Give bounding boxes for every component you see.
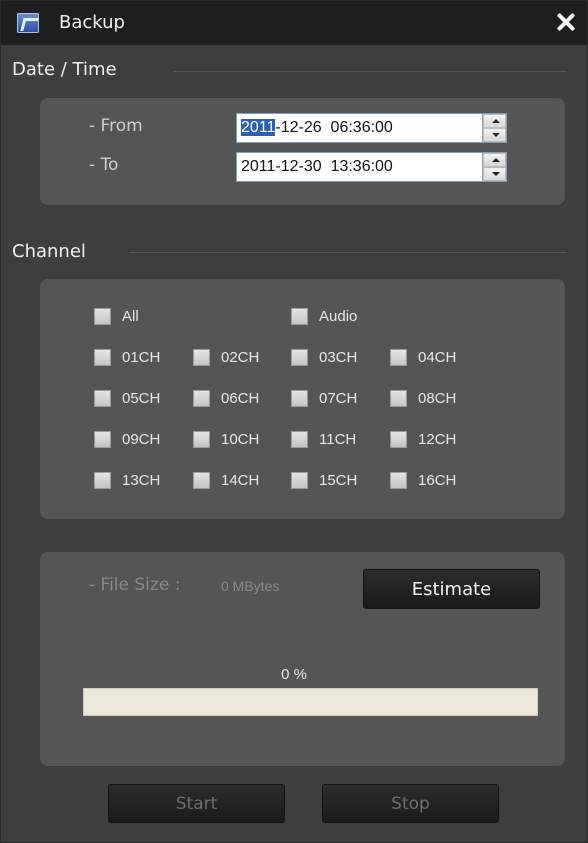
estimate-button[interactable]: Estimate: [363, 569, 540, 609]
checkbox-box[interactable]: [193, 431, 210, 448]
checkbox-channel-06ch[interactable]: 06CH: [193, 390, 259, 407]
stop-button[interactable]: Stop: [322, 784, 499, 823]
from-spin-down-icon[interactable]: [483, 128, 506, 142]
checkbox-label: 01CH: [122, 349, 161, 366]
checkbox-channel-03ch[interactable]: 03CH: [291, 349, 357, 366]
checkbox-channel-11ch[interactable]: 11CH: [291, 431, 356, 448]
checkbox-audio-label: Audio: [319, 308, 358, 325]
checkbox-box[interactable]: [94, 349, 111, 366]
checkbox-box[interactable]: [291, 472, 308, 489]
checkbox-channel-09ch[interactable]: 09CH: [94, 431, 160, 448]
checkbox-all[interactable]: All: [94, 308, 139, 325]
checkbox-all-box[interactable]: [94, 308, 111, 325]
checkbox-label: 13CH: [122, 472, 161, 489]
checkbox-label: 08CH: [418, 390, 457, 407]
checkbox-channel-15ch[interactable]: 15CH: [291, 472, 357, 489]
checkbox-label: 16CH: [418, 472, 457, 489]
checkbox-audio-box[interactable]: [291, 308, 308, 325]
checkbox-channel-04ch[interactable]: 04CH: [390, 349, 456, 366]
to-spin-up-icon[interactable]: [483, 153, 506, 167]
close-icon[interactable]: [551, 7, 581, 37]
checkbox-all-label: All: [122, 308, 139, 325]
progress-bar: [83, 688, 538, 716]
to-spinner: [482, 153, 506, 181]
from-spin-up-icon[interactable]: [483, 114, 506, 128]
checkbox-box[interactable]: [193, 472, 210, 489]
checkbox-box[interactable]: [291, 390, 308, 407]
from-datetime-value[interactable]: 2011-12-26 06:36:00: [237, 119, 482, 137]
from-selected-segment: 2011: [241, 119, 276, 136]
checkbox-box[interactable]: [193, 390, 210, 407]
channel-divider: [129, 252, 567, 253]
datetime-divider: [173, 71, 567, 72]
checkbox-box[interactable]: [193, 349, 210, 366]
to-datetime-value[interactable]: 2011-12-30 13:36:00: [237, 158, 482, 176]
checkbox-label: 10CH: [221, 431, 260, 448]
checkbox-label: 06CH: [221, 390, 260, 407]
checkbox-channel-16ch[interactable]: 16CH: [390, 472, 456, 489]
checkbox-label: 12CH: [418, 431, 457, 448]
checkbox-box[interactable]: [390, 472, 407, 489]
from-label: - From: [89, 116, 143, 136]
checkbox-label: 07CH: [319, 390, 358, 407]
window-title: Backup: [59, 12, 125, 33]
from-rest-segment: -12-26 06:36:00: [275, 119, 393, 136]
checkbox-label: 14CH: [221, 472, 260, 489]
checkbox-channel-13ch[interactable]: 13CH: [94, 472, 160, 489]
checkbox-label: 02CH: [221, 349, 260, 366]
checkbox-label: 03CH: [319, 349, 358, 366]
channel-header: Channel: [12, 241, 86, 262]
datetime-header: Date / Time: [12, 59, 117, 80]
checkbox-channel-07ch[interactable]: 07CH: [291, 390, 357, 407]
file-size-value: 0 MBytes: [221, 578, 280, 594]
to-datetime-field[interactable]: 2011-12-30 13:36:00: [236, 152, 507, 182]
checkbox-channel-02ch[interactable]: 02CH: [193, 349, 259, 366]
progress-percent: 0 %: [281, 666, 307, 683]
start-button[interactable]: Start: [108, 784, 285, 823]
checkbox-box[interactable]: [390, 390, 407, 407]
checkbox-label: 09CH: [122, 431, 161, 448]
to-spin-down-icon[interactable]: [483, 167, 506, 181]
checkbox-box[interactable]: [94, 472, 111, 489]
checkbox-box[interactable]: [390, 349, 407, 366]
checkbox-channel-14ch[interactable]: 14CH: [193, 472, 259, 489]
checkbox-label: 15CH: [319, 472, 358, 489]
checkbox-channel-05ch[interactable]: 05CH: [94, 390, 160, 407]
title-bar: Backup: [1, 1, 587, 45]
checkbox-channel-12ch[interactable]: 12CH: [390, 431, 456, 448]
checkbox-box[interactable]: [390, 431, 407, 448]
from-datetime-field[interactable]: 2011-12-26 06:36:00: [236, 113, 507, 143]
checkbox-channel-08ch[interactable]: 08CH: [390, 390, 456, 407]
checkbox-box[interactable]: [291, 349, 308, 366]
from-spinner: [482, 114, 506, 142]
checkbox-box[interactable]: [94, 390, 111, 407]
to-label: - To: [89, 155, 119, 175]
checkbox-box[interactable]: [291, 431, 308, 448]
checkbox-label: 04CH: [418, 349, 457, 366]
checkbox-label: 05CH: [122, 390, 161, 407]
app-logo-icon: [17, 13, 39, 33]
checkbox-channel-01ch[interactable]: 01CH: [94, 349, 160, 366]
checkbox-audio[interactable]: Audio: [291, 308, 357, 325]
file-size-label: - File Size :: [89, 575, 181, 595]
checkbox-box[interactable]: [94, 431, 111, 448]
checkbox-channel-10ch[interactable]: 10CH: [193, 431, 259, 448]
backup-window: Backup Date / Time - From 2011-12-26 06:…: [0, 0, 588, 843]
checkbox-label: 11CH: [319, 431, 357, 448]
